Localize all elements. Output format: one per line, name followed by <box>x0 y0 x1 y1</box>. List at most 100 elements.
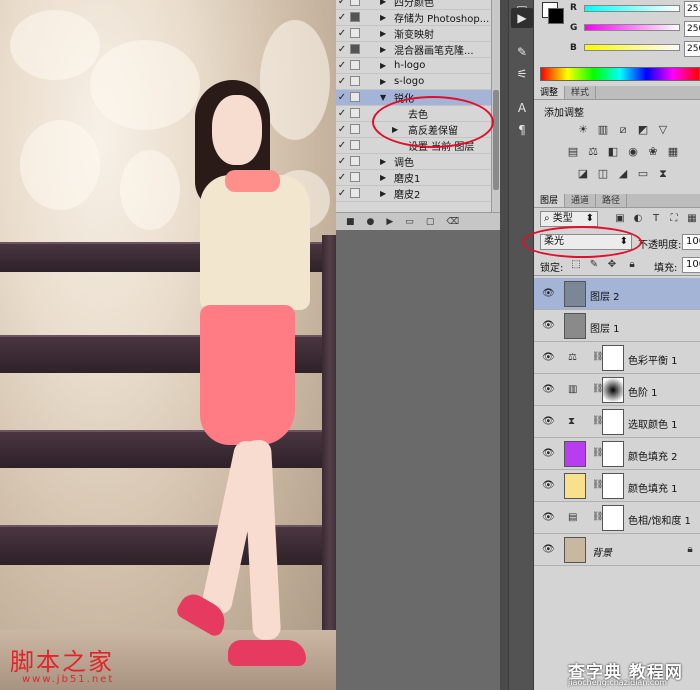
fill-color-thumbnail[interactable] <box>564 473 586 499</box>
expand-right-icon[interactable]: ▶ <box>380 61 386 70</box>
layer-row[interactable]: 👁︎ 图层 2 <box>534 278 700 310</box>
expand-right-icon[interactable]: ▶ <box>380 77 386 86</box>
panel-divider[interactable] <box>500 0 508 690</box>
brush-icon[interactable]: ✎ <box>511 42 533 62</box>
layer-filter-select[interactable]: ⌕ 类型 ⬍ <box>540 211 598 227</box>
check-icon[interactable]: ✓ <box>336 11 348 25</box>
green-value-field[interactable]: 250 <box>684 21 700 37</box>
action-item[interactable]: ✓ ▶ 磨皮1 <box>336 170 491 186</box>
color-lookup-icon[interactable]: ▦ <box>666 146 680 158</box>
curves-icon[interactable]: ⧄ <box>616 124 630 136</box>
character-icon[interactable]: A <box>511 98 533 118</box>
visibility-eye-icon[interactable]: 👁︎ <box>542 352 555 363</box>
expand-right-icon[interactable]: ▶ <box>380 157 386 166</box>
layer-mask-thumbnail[interactable] <box>602 377 624 403</box>
photo-canvas[interactable]: 脚本之家 www.jb51.net <box>0 0 336 690</box>
layer-mask-thumbnail[interactable] <box>602 441 624 467</box>
action-item[interactable]: ✓ ▶ 调色 <box>336 154 491 170</box>
tab-adjustments[interactable]: 调整 <box>534 86 566 99</box>
layer-mask-thumbnail[interactable] <box>602 345 624 371</box>
new-action-icon[interactable]: ▢ <box>426 217 435 227</box>
dialog-toggle[interactable] <box>350 28 360 38</box>
check-icon[interactable]: ✓ <box>336 75 348 89</box>
layer-thumbnail[interactable] <box>564 281 586 307</box>
layer-mask-thumbnail[interactable] <box>602 473 624 499</box>
tab-styles[interactable]: 样式 <box>565 86 597 99</box>
visibility-eye-icon[interactable]: 👁︎ <box>542 512 555 523</box>
expand-right-icon[interactable]: ▶ <box>380 189 386 198</box>
dialog-toggle[interactable] <box>350 156 360 166</box>
gradient-map-icon[interactable]: ▭ <box>636 168 650 180</box>
stop-icon[interactable]: ■ <box>346 217 355 227</box>
green-slider[interactable] <box>584 24 680 31</box>
layer-mask-thumbnail[interactable] <box>602 409 624 435</box>
expand-down-icon[interactable]: ▼ <box>380 93 386 102</box>
dialog-toggle[interactable] <box>350 124 360 134</box>
brush-presets-icon[interactable]: ⚟ <box>511 64 533 84</box>
lock-transparent-icon[interactable]: ⬚ <box>570 259 582 271</box>
lock-pixels-icon[interactable]: ✎ <box>588 259 600 271</box>
visibility-eye-icon[interactable]: 👁︎ <box>542 480 555 491</box>
expand-right-icon[interactable]: ▶ <box>380 29 386 38</box>
check-icon[interactable]: ✓ <box>336 91 348 105</box>
action-item[interactable]: ✓ ▶ 渐变映射 <box>336 26 491 42</box>
visibility-eye-icon[interactable]: 👁︎ <box>542 288 555 299</box>
exposure-icon[interactable]: ◩ <box>636 124 650 136</box>
dialog-toggle[interactable] <box>350 108 360 118</box>
dialog-toggle[interactable] <box>350 92 360 102</box>
action-item[interactable]: ✓ ▶ 混合器画笔克隆... <box>336 42 491 58</box>
actions-play-icon[interactable]: ▶ <box>511 8 533 28</box>
action-item[interactable]: ✓ ▶ h-logo <box>336 58 491 74</box>
action-item[interactable]: ✓ ▶ s-logo <box>336 74 491 90</box>
action-item[interactable]: ✓ ▶ 四分颜色 <box>336 0 491 10</box>
tab-paths[interactable]: 路径 <box>596 194 628 207</box>
play-icon[interactable]: ▶ <box>386 217 393 227</box>
action-item[interactable]: ✓ ▶ 存储为 Photoshop... <box>336 10 491 26</box>
opacity-field[interactable]: 100 <box>682 234 700 250</box>
black-white-icon[interactable]: ◧ <box>606 146 620 158</box>
layer-name[interactable]: 图层 1 <box>590 320 620 335</box>
filter-shape-icon[interactable]: ⛶ <box>668 213 680 225</box>
trash-icon[interactable]: ⌫ <box>446 217 459 227</box>
layer-name[interactable]: 背景 <box>592 544 612 559</box>
dialog-toggle[interactable] <box>350 60 360 70</box>
threshold-icon[interactable]: ◢ <box>616 168 630 180</box>
layer-name[interactable]: 色彩平衡 1 <box>628 352 678 367</box>
layer-name[interactable]: 图层 2 <box>590 288 620 303</box>
dialog-toggle[interactable] <box>350 172 360 182</box>
layer-name[interactable]: 颜色填充 2 <box>628 448 678 463</box>
layer-name[interactable]: 色相/饱和度 1 <box>628 512 691 527</box>
visibility-eye-icon[interactable]: 👁︎ <box>542 448 555 459</box>
new-set-icon[interactable]: ▭ <box>405 217 414 227</box>
blue-slider[interactable] <box>584 44 680 51</box>
fill-color-thumbnail[interactable] <box>564 441 586 467</box>
lock-position-icon[interactable]: ✥ <box>606 259 618 271</box>
fill-field[interactable]: 100 <box>682 257 700 273</box>
hue-saturation-icon[interactable]: ▤ <box>566 146 580 158</box>
layer-name[interactable]: 颜色填充 1 <box>628 480 678 495</box>
expand-right-icon[interactable]: ▶ <box>380 173 386 182</box>
dialog-toggle[interactable] <box>350 12 360 22</box>
layer-name[interactable]: 色阶 1 <box>628 384 658 399</box>
photo-filter-icon[interactable]: ◉ <box>626 146 640 158</box>
filter-smart-icon[interactable]: ▦ <box>686 213 698 225</box>
color-balance-icon[interactable]: ⚖ <box>586 146 600 158</box>
expand-right-icon[interactable]: ▶ <box>380 45 386 54</box>
layer-row[interactable]: 👁︎ ⧗ ⛓ 选取颜色 1 <box>534 406 700 438</box>
check-icon[interactable]: ✓ <box>336 43 348 57</box>
filter-adjust-icon[interactable]: ◐ <box>632 213 644 225</box>
record-icon[interactable]: ● <box>367 217 375 227</box>
color-spectrum[interactable] <box>540 67 700 81</box>
posterize-icon[interactable]: ◫ <box>596 168 610 180</box>
layer-thumbnail[interactable] <box>564 313 586 339</box>
blue-value-field[interactable]: 250 <box>684 41 700 57</box>
check-icon[interactable]: ✓ <box>336 27 348 41</box>
invert-icon[interactable]: ◪ <box>576 168 590 180</box>
paragraph-icon[interactable]: ¶ <box>511 120 533 140</box>
visibility-eye-icon[interactable]: 👁︎ <box>542 320 555 331</box>
check-icon[interactable]: ✓ <box>336 171 348 185</box>
dialog-toggle[interactable] <box>350 188 360 198</box>
filter-type-icon[interactable]: T <box>650 213 662 225</box>
layer-name[interactable]: 选取颜色 1 <box>628 416 678 431</box>
filter-pixel-icon[interactable]: ▣ <box>614 213 626 225</box>
